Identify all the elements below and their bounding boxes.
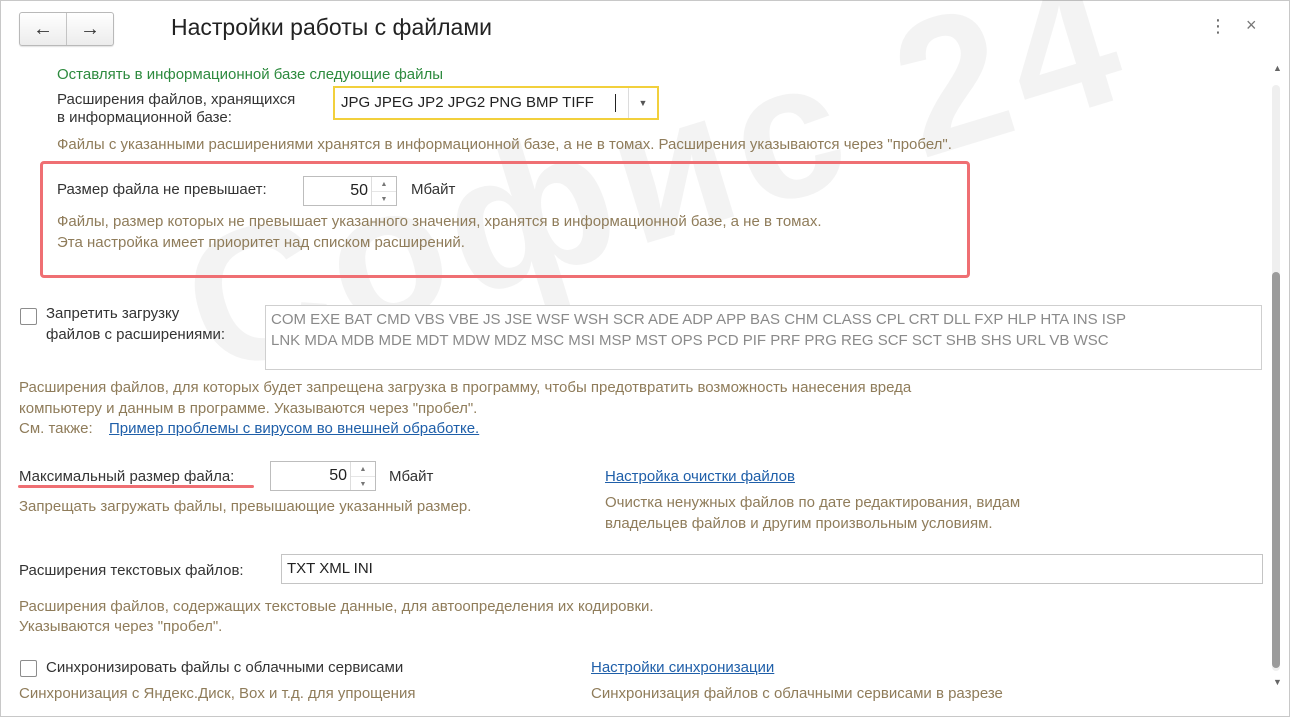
size-limit-value: 50	[350, 182, 368, 199]
text-caret	[615, 94, 616, 112]
size-limit-note-line1: Файлы, размер которых не превышает указа…	[57, 213, 822, 230]
forbid-upload-checkbox[interactable]	[20, 308, 37, 325]
forbid-upload-label-line1: Запретить загрузку	[46, 305, 180, 322]
forbidden-extensions-line2: LNK MDA MDB MDE MDT MDW MDZ MSC MSI MSP …	[271, 332, 1109, 349]
ib-ext-note: Файлы с указанными расширениями хранятся…	[57, 136, 952, 153]
spin-up-icon[interactable]: ▲	[351, 462, 375, 476]
sync-settings-link[interactable]: Настройки синхронизации	[591, 659, 774, 676]
forbidden-extensions-line1: COM EXE BAT CMD VBS VBE JS JSE WSF WSH S…	[271, 311, 1126, 328]
arrow-left-icon: ←	[33, 18, 53, 40]
scroll-up-icon[interactable]: ▲	[1273, 63, 1282, 73]
text-extensions-input[interactable]: TXT XML INI	[281, 554, 1263, 584]
text-ext-note-line2: Указываются через "пробел".	[19, 618, 223, 635]
spin-down-icon[interactable]: ▼	[372, 191, 396, 206]
ib-ext-label-line2: в информационной базе:	[57, 109, 232, 126]
max-size-spinner[interactable]: 50 ▲ ▼	[270, 461, 376, 491]
spinner-buttons: ▲ ▼	[350, 462, 375, 490]
forbid-upload-note-line2: компьютеру и данным в программе. Указыва…	[19, 400, 478, 417]
ib-extensions-combobox[interactable]: JPG JPEG JP2 JPG2 PNG BMP TIFF ▼	[333, 86, 659, 120]
nav-button-group: ← →	[19, 12, 114, 46]
scrollbar-thumb[interactable]	[1272, 272, 1280, 668]
max-size-value: 50	[329, 467, 347, 484]
max-size-label: Максимальный размер файла:	[19, 468, 235, 485]
cloud-sync-checkbox[interactable]	[20, 660, 37, 677]
cloud-sync-label: Синхронизировать файлы с облачными серви…	[46, 659, 404, 676]
ib-ext-label-line1: Расширения файлов, хранящихся	[57, 91, 296, 108]
scroll-down-icon[interactable]: ▼	[1273, 677, 1282, 687]
sync-settings-note: Синхронизация файлов с облачными сервиса…	[591, 686, 1003, 702]
size-limit-spinner[interactable]: 50 ▲ ▼	[303, 176, 397, 206]
max-size-underline-mark	[18, 485, 254, 488]
spin-down-icon[interactable]: ▼	[351, 476, 375, 491]
ib-extensions-value: JPG JPEG JP2 JPG2 PNG BMP TIFF	[341, 94, 594, 111]
forbid-upload-label-line2: файлов с расширениями:	[46, 326, 226, 343]
size-limit-label: Размер файла не превышает:	[57, 181, 267, 198]
close-icon[interactable]: ×	[1246, 15, 1257, 36]
file-cleanup-settings-link[interactable]: Настройка очистки файлов	[605, 468, 795, 485]
cleanup-note-line1: Очистка ненужных файлов по дате редактир…	[605, 494, 1021, 511]
cloud-sync-note: Синхронизация с Яндекс.Диск, Box и т.д. …	[19, 686, 416, 702]
forbid-upload-note-line1: Расширения файлов, для которых будет зап…	[19, 379, 912, 396]
forward-button[interactable]: →	[66, 13, 113, 45]
page-title: Настройки работы с файлами	[171, 14, 492, 40]
spin-up-icon[interactable]: ▲	[372, 177, 396, 191]
virus-example-link[interactable]: Пример проблемы с вирусом во внешней обр…	[109, 420, 479, 437]
max-size-note: Запрещать загружать файлы, превышающие у…	[19, 498, 472, 515]
text-ext-label: Расширения текстовых файлов:	[19, 562, 244, 579]
dropdown-arrow-icon[interactable]: ▼	[628, 88, 657, 118]
text-ext-note-line1: Расширения файлов, содержащих текстовые …	[19, 598, 654, 615]
ib-files-heading: Оставлять в информационной базе следующи…	[57, 66, 444, 83]
max-size-unit: Мбайт	[389, 468, 434, 485]
back-button[interactable]: ←	[20, 13, 66, 45]
see-also-label: См. также:	[19, 420, 93, 437]
text-extensions-value: TXT XML INI	[287, 560, 373, 577]
spinner-buttons: ▲ ▼	[371, 177, 396, 205]
arrow-right-icon: →	[80, 18, 100, 40]
cleanup-note-line2: владельцев файлов и другим произвольным …	[605, 515, 993, 532]
forbidden-extensions-textarea[interactable]: COM EXE BAT CMD VBS VBE JS JSE WSF WSH S…	[265, 305, 1262, 370]
more-menu-icon[interactable]: ⋮	[1209, 16, 1227, 37]
clipped-bottom-row: Синхронизация с Яндекс.Диск, Box и т.д. …	[1, 686, 1269, 710]
size-limit-note-line2: Эта настройка имеет приоритет над списко…	[57, 234, 465, 251]
size-limit-unit: Мбайт	[411, 181, 456, 198]
